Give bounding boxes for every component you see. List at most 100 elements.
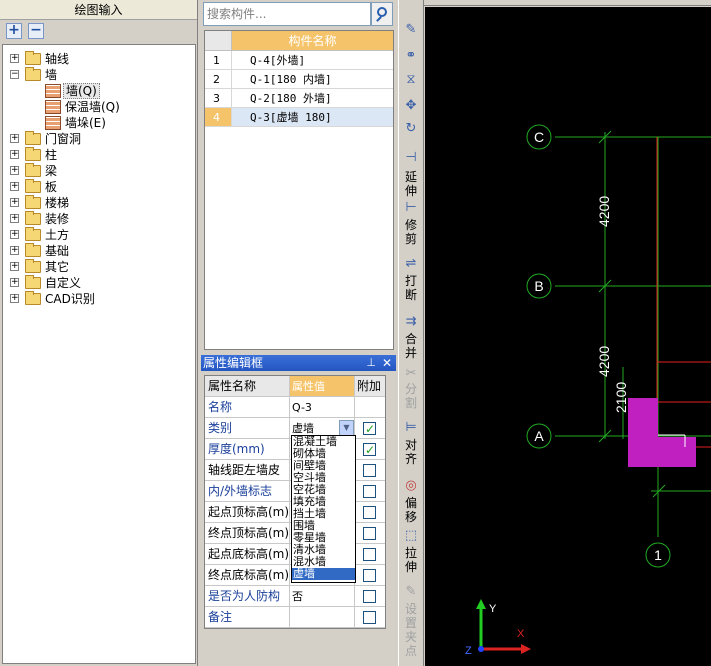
cad-drawing[interactable]: C B A 1 4200 4200 2100 Y X Z	[425, 7, 711, 666]
folder-icon	[25, 243, 41, 257]
expand-icon[interactable]: +	[10, 246, 19, 255]
extra-cell[interactable]	[355, 439, 385, 461]
extra-checkbox[interactable]	[363, 527, 376, 540]
extra-checkbox[interactable]	[363, 464, 376, 477]
copy-icon[interactable]: ⚭	[403, 48, 419, 64]
property-name: 终点底标高(m)	[205, 565, 290, 585]
property-table-header: 属性名称 属性值 附加	[205, 376, 385, 397]
extra-checkbox[interactable]	[363, 485, 376, 498]
extend-button[interactable]: 延伸	[404, 170, 418, 198]
expand-icon[interactable]: +	[10, 134, 19, 143]
move-icon[interactable]: ✥	[403, 98, 419, 114]
extra-checkbox[interactable]	[363, 590, 376, 603]
table-row[interactable]: 3 Q-2[180 外墙]	[205, 89, 393, 108]
expand-icon[interactable]: +	[10, 278, 19, 287]
tree-item-label: CAD识别	[45, 292, 95, 306]
pen-icon[interactable]: ✎	[403, 22, 419, 38]
tree-item-wall[interactable]: − 墙	[3, 67, 195, 83]
stretch-button[interactable]: 拉伸	[404, 546, 418, 574]
expand-icon[interactable]: +	[10, 166, 19, 175]
expand-icon[interactable]: +	[10, 182, 19, 191]
extra-cell[interactable]	[355, 586, 385, 606]
property-row-civil-defense[interactable]: 是否为人防构 否	[205, 586, 385, 607]
pin-icon[interactable]: ⊥	[366, 355, 376, 371]
extend-icon[interactable]: ⊣	[403, 150, 419, 166]
extra-cell[interactable]	[355, 523, 385, 543]
align-icon[interactable]: ⊨	[403, 420, 419, 436]
table-row-selected[interactable]: 4 Q-3[虚墙 180]	[205, 108, 393, 127]
tree-item-axis[interactable]: + 轴线	[3, 51, 195, 67]
extra-cell[interactable]	[355, 418, 385, 440]
column-shape[interactable]	[658, 437, 696, 467]
expand-icon[interactable]: +	[10, 54, 19, 63]
extra-cell[interactable]	[355, 544, 385, 564]
extra-cell[interactable]	[355, 460, 385, 480]
break-icon[interactable]: ⇌	[403, 256, 419, 272]
merge-button[interactable]: 合并	[404, 332, 418, 360]
expand-icon[interactable]: +	[10, 150, 19, 159]
rotate-icon[interactable]: ↻	[403, 121, 419, 137]
dropdown-option-selected[interactable]: 虚墙	[292, 568, 355, 580]
collapse-icon[interactable]: −	[10, 70, 19, 79]
tree-item-column[interactable]: + 柱	[3, 147, 195, 163]
tree-item-slab[interactable]: + 板	[3, 179, 195, 195]
tree-item-custom[interactable]: + 自定义	[3, 275, 195, 291]
close-icon[interactable]: ✕	[382, 355, 392, 371]
tree-item-earthwork[interactable]: + 土方	[3, 227, 195, 243]
table-row[interactable]: 2 Q-1[180 内墙]	[205, 70, 393, 89]
folder-icon	[25, 195, 41, 209]
tree-item-decoration[interactable]: + 装修	[3, 211, 195, 227]
panel-title: 绘图输入	[0, 0, 197, 20]
tree-item-stairs[interactable]: + 楼梯	[3, 195, 195, 211]
drawing-canvas[interactable]: C B A 1 4200 4200 2100 Y X Z	[425, 7, 711, 666]
expand-icon[interactable]: +	[10, 198, 19, 207]
trim-button[interactable]: 修剪	[404, 218, 418, 246]
stretch-icon[interactable]: ⬚	[403, 528, 419, 544]
extra-checkbox[interactable]	[363, 419, 376, 440]
search-input[interactable]: 搜索构件...	[203, 2, 371, 26]
column-shape[interactable]	[628, 398, 658, 467]
trim-icon[interactable]: ⊢	[403, 200, 419, 216]
tree-item-label: 基础	[45, 244, 70, 258]
extra-cell[interactable]	[355, 502, 385, 522]
tree-item-foundation[interactable]: + 基础	[3, 243, 195, 259]
extra-checkbox[interactable]	[363, 506, 376, 519]
expand-icon[interactable]: +	[10, 214, 19, 223]
property-value[interactable]: 否	[290, 586, 355, 606]
tree-item-beam[interactable]: + 梁	[3, 163, 195, 179]
component-tree: + 轴线 − 墙 墙(Q) 保温墙(Q) 墙垛(E) + 门窗洞 + 柱 + 梁…	[2, 44, 196, 664]
extra-checkbox[interactable]	[363, 611, 376, 624]
extra-cell[interactable]	[355, 607, 385, 627]
search-button[interactable]	[371, 2, 393, 26]
property-row-remark[interactable]: 备注	[205, 607, 385, 628]
chevron-down-icon[interactable]: ▼	[339, 420, 354, 436]
offset-button[interactable]: 偏移	[404, 496, 418, 524]
extra-cell[interactable]	[355, 481, 385, 501]
offset-icon[interactable]: ◎	[403, 478, 419, 494]
expand-icon[interactable]: +	[10, 294, 19, 303]
property-value[interactable]: Q-3	[290, 397, 355, 417]
collapse-all-button[interactable]: −	[28, 23, 44, 39]
break-button[interactable]: 打断	[404, 274, 418, 302]
tree-item-wall-pier[interactable]: 墙垛(E)	[3, 115, 195, 131]
expand-all-button[interactable]: +	[6, 23, 22, 39]
expand-icon[interactable]: +	[10, 262, 19, 271]
tree-item-openings[interactable]: + 门窗洞	[3, 131, 195, 147]
extra-checkbox[interactable]	[363, 548, 376, 561]
tree-item-label: 装修	[45, 212, 70, 226]
extra-checkbox[interactable]	[363, 440, 376, 461]
property-value[interactable]	[290, 607, 355, 627]
tree-item-wall-q[interactable]: 墙(Q)	[3, 83, 195, 99]
align-button[interactable]: 对齐	[404, 438, 418, 466]
extra-cell[interactable]	[355, 565, 385, 585]
tree-item-other[interactable]: + 其它	[3, 259, 195, 275]
property-row-name[interactable]: 名称 Q-3	[205, 397, 385, 418]
tree-item-insulation-wall[interactable]: 保温墙(Q)	[3, 99, 195, 115]
mirror-icon[interactable]: ⧖	[403, 72, 419, 88]
table-row[interactable]: 1 Q-4[外墙]	[205, 51, 393, 70]
tree-item-cad-recognition[interactable]: + CAD识别	[3, 291, 195, 307]
expand-icon[interactable]: +	[10, 230, 19, 239]
panel-title: 属性编辑框	[203, 356, 264, 370]
merge-icon[interactable]: ⇉	[403, 314, 419, 330]
extra-checkbox[interactable]	[363, 569, 376, 582]
